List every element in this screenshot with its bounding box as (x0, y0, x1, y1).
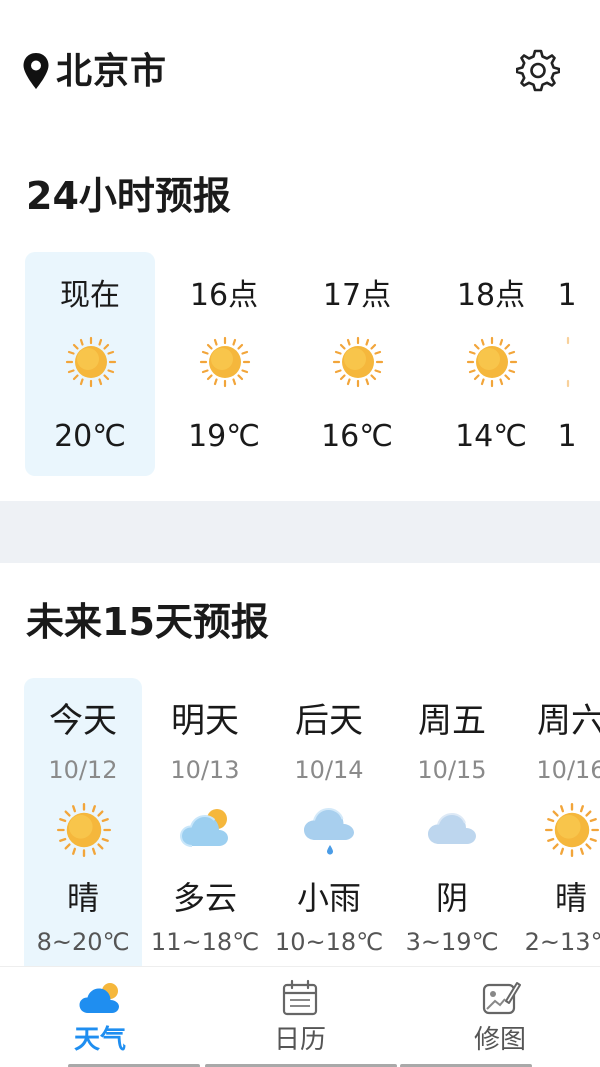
day-name: 明天 (171, 701, 239, 741)
hour-temp: 19℃ (188, 419, 260, 454)
nav-label: 天气 (73, 1025, 126, 1055)
hour-card-17[interactable]: 17点 16℃ (292, 252, 422, 476)
hour-card-16[interactable]: 16点 19℃ (159, 252, 289, 476)
nav-label: 日历 (273, 1025, 326, 1055)
day-condition: 阴 (435, 879, 468, 917)
light-rain-icon (304, 807, 354, 855)
day-date: 10/16 (536, 756, 600, 784)
day-name: 周五 (418, 701, 486, 741)
day-name: 今天 (49, 701, 117, 741)
gear-icon[interactable] (516, 48, 560, 92)
hour-label: 16点 (189, 278, 259, 313)
hour-temp: 1 (557, 419, 577, 454)
day-card-sat[interactable]: 周六 10/16 晴 2~13℃ (512, 678, 600, 968)
day-card-fri[interactable]: 周五 10/15 阴 3~19℃ (393, 678, 511, 968)
header: 北京市 (0, 0, 600, 140)
city-name[interactable]: 北京市 (56, 48, 167, 96)
daily-forecast-title: 未来15天预报 (26, 600, 269, 644)
nav-tab-photo-edit[interactable]: 修图 (400, 967, 600, 1067)
day-temp-range: 10~18℃ (274, 928, 384, 956)
photo-edit-icon (482, 982, 521, 1015)
day-condition: 晴 (554, 879, 587, 917)
day-name: 后天 (295, 701, 363, 741)
day-temp-range: 11~18℃ (150, 928, 260, 956)
hour-label: 1 (557, 278, 577, 313)
sunny-icon (199, 336, 251, 388)
day-date: 10/14 (294, 756, 364, 784)
day-temp-range: 3~19℃ (405, 928, 499, 956)
sunny-icon (466, 336, 518, 388)
day-condition: 多云 (172, 879, 237, 917)
hour-label: 现在 (60, 278, 120, 313)
day-date: 10/12 (48, 756, 118, 784)
location-pin-icon (23, 53, 49, 89)
day-date: 10/15 (417, 756, 487, 784)
sunny-icon (544, 802, 600, 858)
sunny-icon (332, 336, 384, 388)
hour-card-now[interactable]: 现在 20℃ (25, 252, 155, 476)
overcast-icon (428, 812, 476, 844)
day-card-today[interactable]: 今天 10/12 晴 8~20℃ (24, 678, 142, 968)
weather-app: 北京市 24小时预报 现在 20℃ 16点 19℃ 17点 16℃ 18点 14… (0, 0, 600, 1067)
daily-forecast-list[interactable]: 今天 10/12 晴 8~20℃ 明天 10/13 多云 11~18℃ 后天 1… (0, 678, 600, 968)
sunny-icon (56, 802, 112, 858)
weather-cloud-icon (79, 983, 119, 1013)
calendar-icon (282, 979, 318, 1016)
hourly-forecast-title: 24小时预报 (26, 174, 231, 218)
hourly-forecast-list[interactable]: 现在 20℃ 16点 19℃ 17点 16℃ 18点 14℃ 1 1 (0, 252, 600, 477)
day-card-day-after[interactable]: 后天 10/14 小雨 10~18℃ (270, 678, 388, 968)
nav-tab-calendar[interactable]: 日历 (200, 967, 400, 1067)
nav-tab-weather[interactable]: 天气 (0, 967, 200, 1067)
day-temp-range: 8~20℃ (36, 928, 130, 956)
day-temp-range: 2~13℃ (524, 928, 600, 956)
day-condition: 小雨 (296, 879, 361, 917)
hour-temp: 20℃ (54, 419, 126, 454)
sunny-icon (566, 336, 570, 388)
day-card-tomorrow[interactable]: 明天 10/13 多云 11~18℃ (146, 678, 264, 968)
partly-cloudy-icon (179, 809, 228, 847)
day-name: 周六 (537, 701, 600, 741)
nav-label: 修图 (473, 1025, 526, 1055)
hour-temp: 16℃ (321, 419, 393, 454)
hour-label: 17点 (322, 278, 392, 313)
hour-card-19[interactable]: 1 1 (557, 252, 600, 476)
day-condition: 晴 (66, 879, 99, 917)
day-date: 10/13 (170, 756, 240, 784)
section-divider (0, 501, 600, 563)
bottom-nav: 天气 日历 修图 (0, 966, 600, 1067)
sunny-icon (65, 336, 117, 388)
